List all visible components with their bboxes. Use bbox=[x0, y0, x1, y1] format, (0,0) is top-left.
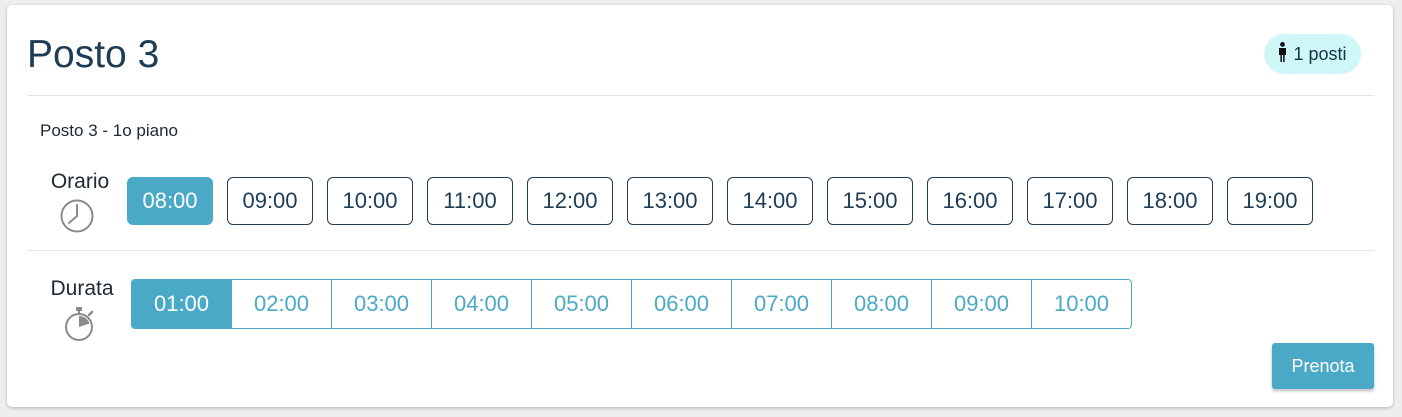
time-slot-button[interactable]: 11:00 bbox=[427, 177, 513, 225]
time-slot-button[interactable]: 17:00 bbox=[1027, 177, 1113, 225]
duration-option-button[interactable]: 05:00 bbox=[531, 280, 631, 328]
time-slot-button[interactable]: 09:00 bbox=[227, 177, 313, 225]
duration-option-button[interactable]: 02:00 bbox=[231, 280, 331, 328]
place-subtitle: Posto 3 - 1o piano bbox=[40, 121, 178, 140]
time-slot-button[interactable]: 18:00 bbox=[1127, 177, 1213, 225]
seats-badge: 1 posti bbox=[1264, 34, 1361, 74]
duration-option-button[interactable]: 09:00 bbox=[931, 280, 1031, 328]
duration-option-button[interactable]: 07:00 bbox=[731, 280, 831, 328]
time-slot-button[interactable]: 16:00 bbox=[927, 177, 1013, 225]
time-slot-button[interactable]: 14:00 bbox=[727, 177, 813, 225]
time-slot-button[interactable]: 15:00 bbox=[827, 177, 913, 225]
duration-option-button[interactable]: 10:00 bbox=[1031, 280, 1131, 328]
person-icon bbox=[1278, 41, 1287, 67]
time-slot-button[interactable]: 08:00 bbox=[127, 177, 213, 225]
duration-option-button[interactable]: 06:00 bbox=[631, 280, 731, 328]
book-button[interactable]: Prenota bbox=[1272, 343, 1374, 389]
time-slot-button[interactable]: 10:00 bbox=[327, 177, 413, 225]
clock-icon bbox=[59, 197, 95, 233]
duration-option-button[interactable]: 01:00 bbox=[132, 280, 231, 328]
row-divider bbox=[27, 250, 1374, 251]
seats-badge-label: 1 posti bbox=[1293, 43, 1347, 64]
stopwatch-icon bbox=[61, 307, 97, 343]
booking-card: Posto 3 1 posti Posto 3 - 1o piano Orari… bbox=[7, 5, 1393, 407]
orario-label: Orario bbox=[50, 170, 110, 193]
time-slot-button[interactable]: 13:00 bbox=[627, 177, 713, 225]
header-divider bbox=[27, 95, 1374, 96]
time-slot-button[interactable]: 19:00 bbox=[1227, 177, 1313, 225]
duration-option-button[interactable]: 03:00 bbox=[331, 280, 431, 328]
page-title: Posto 3 bbox=[27, 33, 160, 76]
time-slot-button[interactable]: 12:00 bbox=[527, 177, 613, 225]
durata-label: Durata bbox=[50, 277, 114, 300]
duration-option-button[interactable]: 04:00 bbox=[431, 280, 531, 328]
duration-option-button[interactable]: 08:00 bbox=[831, 280, 931, 328]
duration-group: 01:00 02:00 03:00 04:00 05:00 06:00 07:00 08:00… bbox=[131, 279, 1132, 329]
